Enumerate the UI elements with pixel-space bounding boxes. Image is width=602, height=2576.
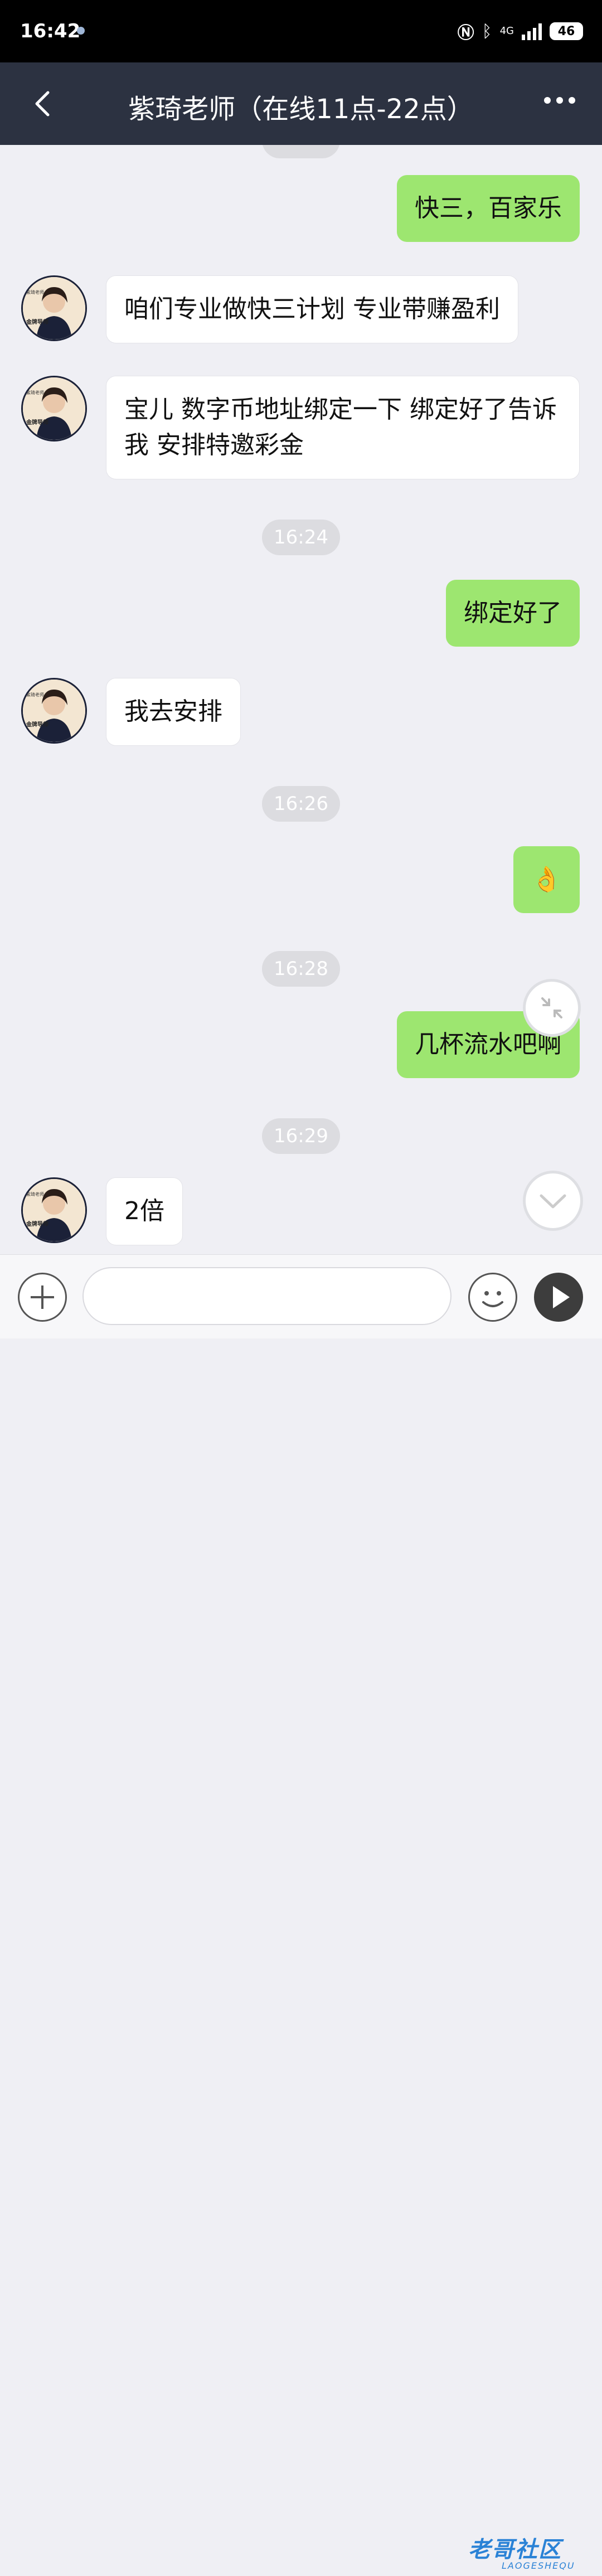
- message-bubble[interactable]: 👌: [513, 846, 580, 913]
- message-sent: 👌: [513, 846, 580, 913]
- avatar[interactable]: 紫琦老师 金牌导师: [21, 678, 87, 744]
- svg-text:金牌导师: 金牌导师: [26, 1220, 48, 1228]
- message-sent: 绑定好了: [446, 580, 580, 647]
- play-icon[interactable]: [534, 1273, 583, 1322]
- emoji-icon[interactable]: [468, 1273, 517, 1322]
- scroll-down-button[interactable]: [523, 1171, 583, 1231]
- avatar[interactable]: 紫琦老师 金牌导师: [21, 275, 87, 341]
- svg-text:紫琦老师: 紫琦老师: [26, 289, 44, 295]
- svg-text:金牌导师: 金牌导师: [26, 721, 48, 728]
- svg-text:紫琦老师: 紫琦老师: [26, 1191, 44, 1197]
- time-divider: 16:26: [262, 786, 340, 822]
- notification-icon: [77, 27, 85, 35]
- status-time: 16:42: [20, 20, 81, 42]
- status-bar: 16:42 Ⓝ ᛒ 4G 46: [0, 0, 602, 62]
- battery-icon: 46: [550, 22, 583, 40]
- input-bar: 老哥社区 LAOGESHEQU: [0, 1254, 602, 2571]
- watermark-logo: 老哥社区 LAOGESHEQU: [468, 2537, 575, 2571]
- time-divider: 16:28: [262, 951, 340, 987]
- time-divider: 16:24: [262, 520, 340, 555]
- collapse-icon: [541, 997, 562, 1018]
- avatar[interactable]: 紫琦老师 金牌导师: [21, 376, 87, 442]
- chat-header: 紫琦老师（在线11点-22点）: [0, 62, 602, 145]
- message-received: 咱们专业做快三计划 专业带赚盈利: [106, 275, 518, 343]
- network-type: 4G: [499, 25, 514, 37]
- message-bubble[interactable]: 宝儿 数字币地址绑定一下 绑定好了告诉我 安排特邀彩金: [106, 376, 580, 479]
- message-received: 我去安排: [106, 678, 241, 746]
- chevron-left-icon[interactable]: [29, 89, 58, 118]
- plus-icon[interactable]: [18, 1273, 67, 1322]
- svg-text:紫琦老师: 紫琦老师: [26, 692, 44, 697]
- svg-text:金牌导师: 金牌导师: [26, 419, 48, 426]
- message-sent: 快三，百家乐: [397, 175, 580, 242]
- bluetooth-icon: ᛒ: [482, 21, 492, 41]
- message-bubble[interactable]: 快三，百家乐: [397, 175, 580, 242]
- chevron-down-icon: [540, 1194, 566, 1209]
- message-received: 宝儿 数字币地址绑定一下 绑定好了告诉我 安排特邀彩金: [106, 376, 580, 479]
- svg-text:金牌导师: 金牌导师: [26, 318, 48, 326]
- message-bubble[interactable]: 咱们专业做快三计划 专业带赚盈利: [106, 275, 518, 343]
- nfc-icon: Ⓝ: [457, 23, 474, 43]
- message-bubble[interactable]: 我去安排: [106, 678, 241, 746]
- svg-text:紫琦老师: 紫琦老师: [26, 390, 44, 395]
- message-bubble[interactable]: 绑定好了: [446, 580, 580, 647]
- avatar[interactable]: 紫琦老师 金牌导师: [21, 1177, 87, 1243]
- message-bubble[interactable]: 2倍: [106, 1177, 183, 1245]
- time-divider: 16:29: [262, 1118, 340, 1154]
- time-divider-partial: [262, 145, 340, 158]
- status-icons: Ⓝ ᛒ 4G 46: [458, 19, 583, 43]
- signal-icon: [522, 22, 542, 40]
- chat-area[interactable]: 快三，百家乐 紫琦老师 金牌导师 咱们专业做快三计划 专业带赚盈利 紫琦老师 金…: [0, 145, 602, 1254]
- ellipsis-icon[interactable]: [544, 97, 575, 104]
- message-received: 2倍: [106, 1177, 183, 1245]
- chat-title: 紫琦老师（在线11点-22点）: [128, 94, 474, 125]
- collapse-button[interactable]: [523, 979, 581, 1037]
- message-input[interactable]: [82, 1267, 452, 1325]
